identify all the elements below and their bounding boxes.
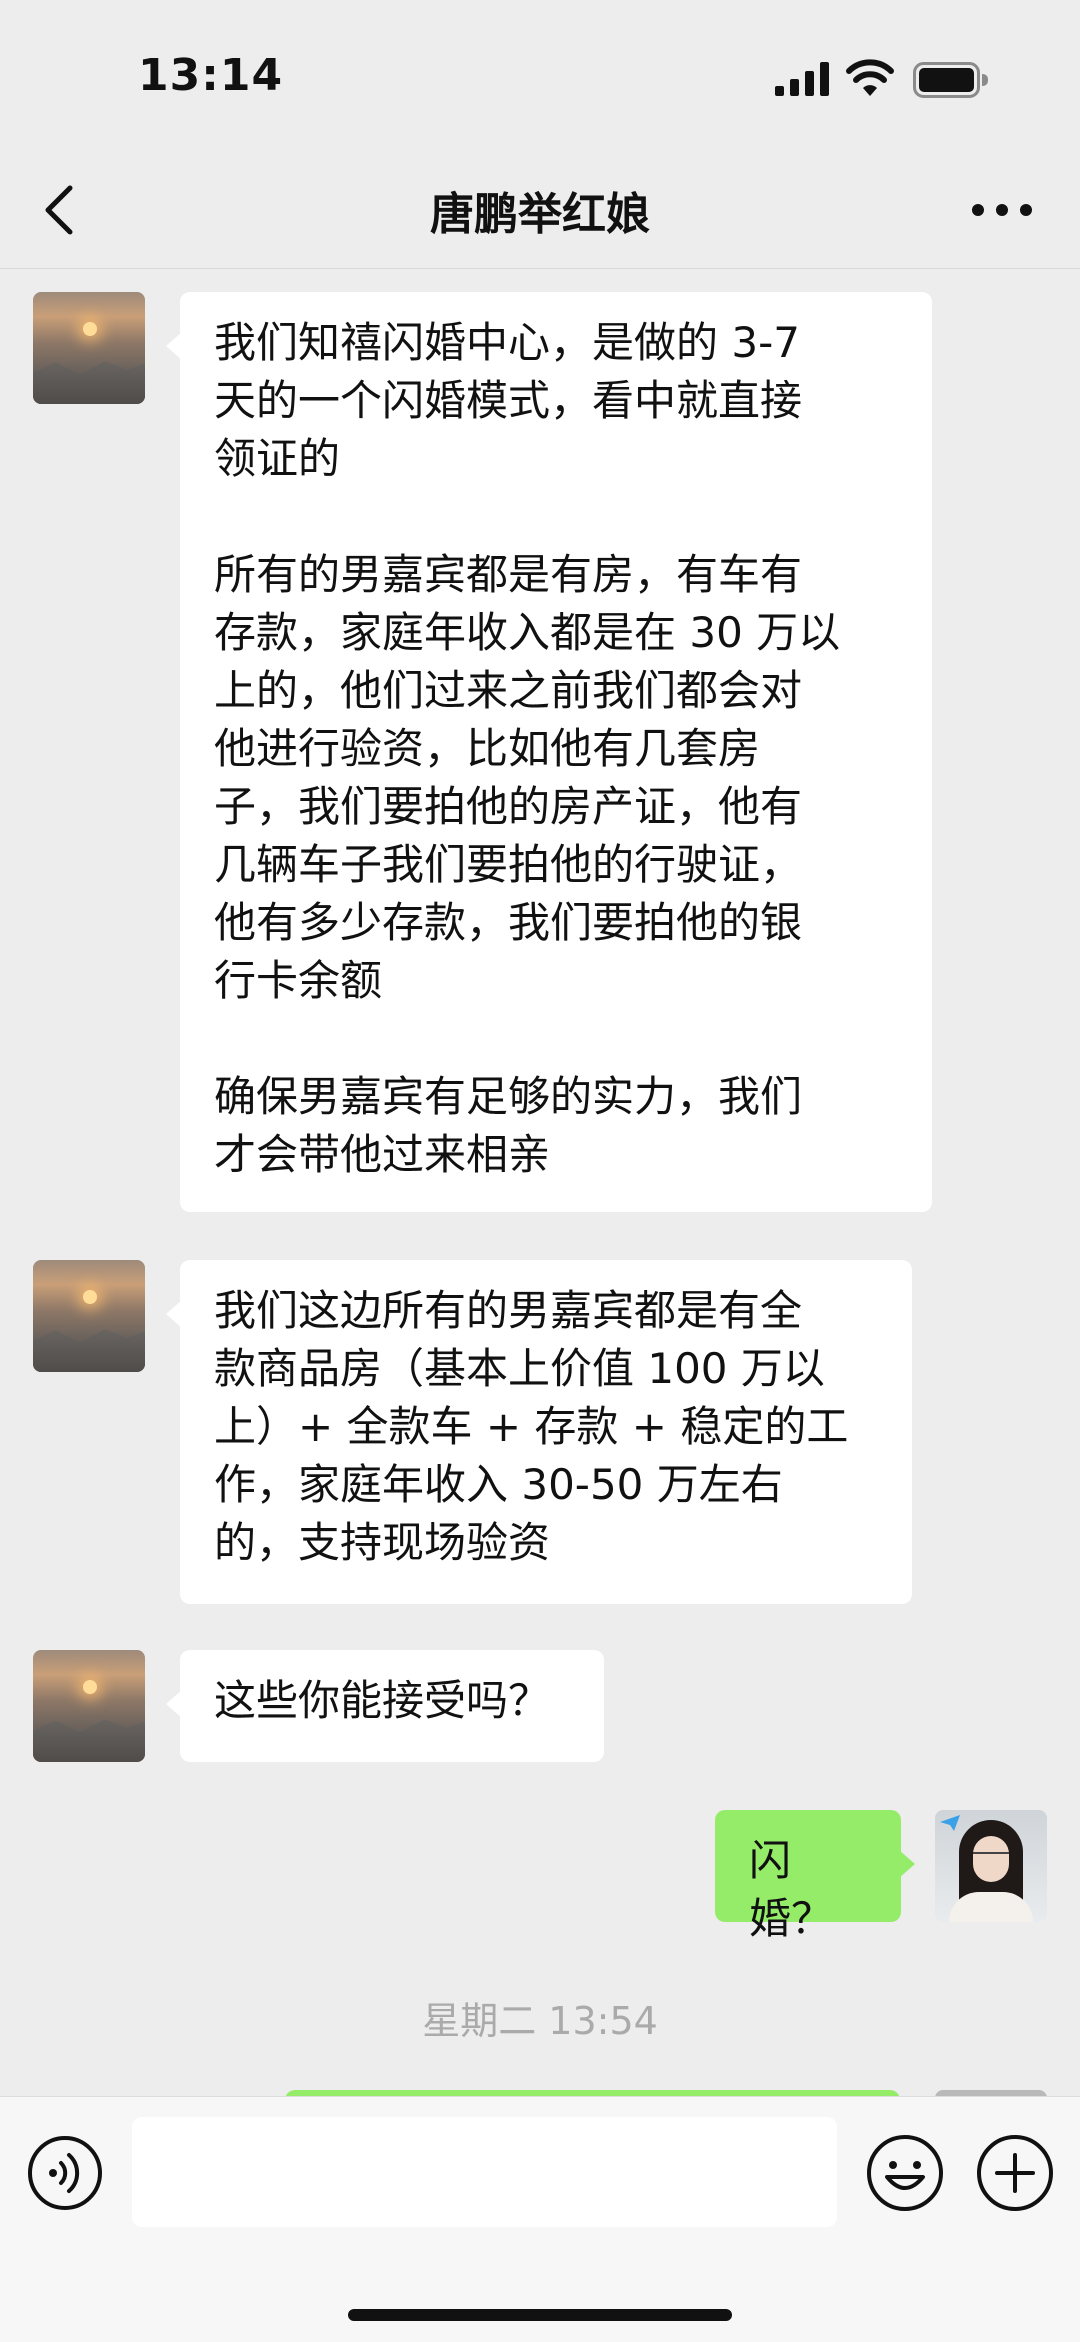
- contact-avatar[interactable]: [33, 1650, 145, 1762]
- message-bubble[interactable]: 我们知禧闪婚中心，是做的 3-7 天的一个闪婚模式，看中就直接 领证的 所有的男…: [166, 292, 932, 1212]
- message-input[interactable]: [132, 2117, 837, 2227]
- wifi-icon: [846, 59, 894, 96]
- home-indicator: [348, 2309, 732, 2321]
- more-dots-icon[interactable]: [970, 200, 1034, 220]
- contact-avatar[interactable]: [33, 292, 145, 404]
- plus-icon[interactable]: [975, 2133, 1055, 2213]
- status-time: 13:14: [138, 50, 284, 101]
- contact-avatar[interactable]: [33, 1260, 145, 1372]
- status-bar: 13:14: [0, 0, 1080, 150]
- signal-icon: [775, 62, 829, 96]
- input-bar: [0, 2096, 1080, 2342]
- paper-plane-icon: [940, 1815, 960, 1831]
- message-bubble[interactable]: 我们这边所有的男嘉宾都是有全 款商品房（基本上价值 100 万以 上）+ 全款车…: [166, 1260, 912, 1604]
- my-avatar[interactable]: [935, 1810, 1047, 1922]
- message-bubble[interactable]: 这些你能接受吗？: [166, 1650, 604, 1762]
- voice-icon[interactable]: [27, 2135, 103, 2211]
- emoji-icon[interactable]: [865, 2133, 945, 2213]
- battery-icon: [913, 62, 988, 98]
- my-message-bubble[interactable]: 闪婚？: [715, 1810, 915, 1943]
- chat-header: 唐鹏举红娘: [0, 150, 1080, 269]
- chat-title: 唐鹏举红娘: [430, 189, 650, 240]
- message-timestamp: 星期二 13:54: [422, 1999, 658, 2043]
